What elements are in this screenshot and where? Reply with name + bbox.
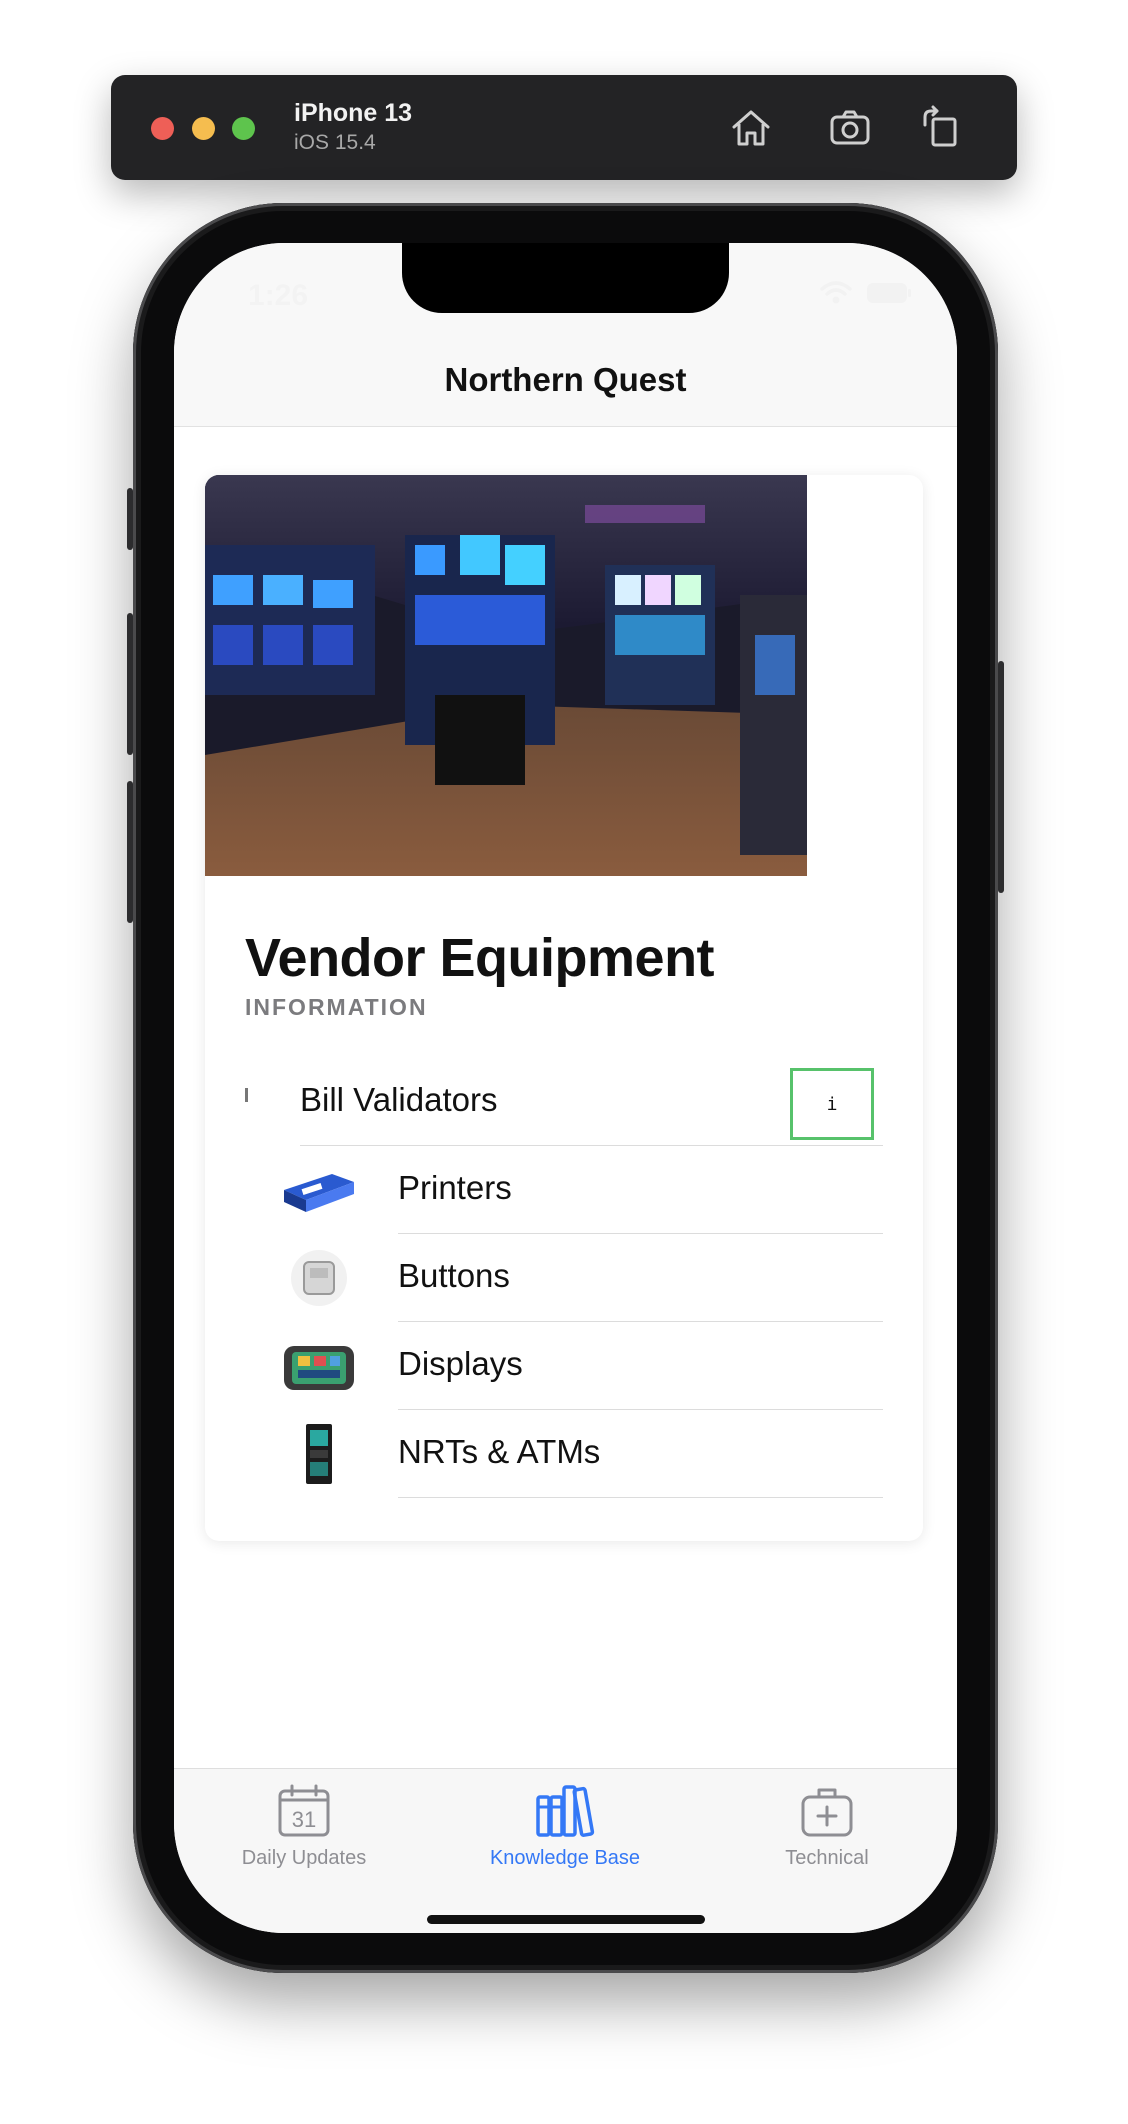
tab-bar: 31 Daily Updates Knowledge Base Technica… bbox=[174, 1768, 957, 1933]
card-title: Vendor Equipment bbox=[245, 928, 715, 988]
page-title: Northern Quest bbox=[444, 361, 687, 398]
display-icon bbox=[282, 1336, 356, 1396]
status-time: 1:26 bbox=[248, 279, 309, 312]
content-area: Vendor Equipment INFORMATION Bill Valida… bbox=[174, 427, 957, 1767]
wifi-icon bbox=[820, 281, 852, 304]
atm-icon bbox=[282, 1424, 356, 1484]
tab-label: Daily Updates bbox=[241, 1847, 367, 1869]
tab-knowledge-base[interactable]: Knowledge Base bbox=[445, 1783, 685, 1870]
medical-bag-icon bbox=[801, 1788, 853, 1837]
simulator-toolbar: iPhone 13 iOS 15.4 bbox=[111, 75, 1017, 180]
printer-icon bbox=[282, 1160, 356, 1220]
calendar-day: 31 bbox=[292, 1807, 316, 1832]
list-item-label: NRTs & ATMs bbox=[398, 1433, 601, 1470]
minimize-window-button[interactable] bbox=[192, 117, 215, 140]
button-icon bbox=[282, 1248, 356, 1308]
power-button bbox=[998, 661, 1004, 893]
zoom-window-button[interactable] bbox=[232, 117, 255, 140]
volume-down-button bbox=[127, 781, 133, 923]
rotate-icon[interactable] bbox=[917, 105, 963, 151]
list-item-label: Displays bbox=[398, 1345, 523, 1382]
device-os-version: iOS 15.4 bbox=[294, 131, 376, 154]
tab-daily-updates[interactable]: 31 Daily Updates bbox=[184, 1783, 424, 1870]
battery-icon bbox=[867, 283, 911, 303]
list-item-nrts-atms[interactable]: NRTs & ATMs bbox=[205, 1410, 923, 1498]
list-item-printers[interactable]: Printers bbox=[205, 1146, 923, 1234]
device-name: iPhone 13 bbox=[294, 99, 413, 127]
notch bbox=[402, 243, 729, 313]
list-item-label: Buttons bbox=[398, 1257, 510, 1294]
volume-up-button bbox=[127, 613, 133, 755]
tab-label: Knowledge Base bbox=[489, 1847, 641, 1869]
close-window-button[interactable] bbox=[151, 117, 174, 140]
tab-technical[interactable]: Technical bbox=[707, 1783, 947, 1870]
home-icon[interactable] bbox=[728, 105, 774, 151]
vendor-equipment-card: Vendor Equipment INFORMATION Bill Valida… bbox=[205, 475, 923, 1541]
home-indicator bbox=[427, 1915, 705, 1924]
screenshot-icon[interactable] bbox=[827, 105, 873, 151]
mute-switch bbox=[127, 488, 133, 550]
iphone-frame: 1:26 Northern Quest Vendor Equipment INF… bbox=[127, 203, 1004, 1973]
books-icon bbox=[536, 1785, 595, 1837]
card-subtitle: INFORMATION bbox=[245, 994, 428, 1020]
status-indicators bbox=[820, 281, 912, 305]
calendar-icon: 31 bbox=[278, 1784, 330, 1837]
app-screen: 1:26 Northern Quest Vendor Equipment INF… bbox=[174, 243, 957, 1933]
list-item-bill-validators[interactable]: Bill Validators i bbox=[205, 1058, 923, 1146]
info-button[interactable]: i bbox=[790, 1068, 874, 1140]
list-item-label: Printers bbox=[398, 1169, 512, 1206]
list-item-buttons[interactable]: Buttons bbox=[205, 1234, 923, 1322]
bill-validator-icon bbox=[245, 1088, 248, 1102]
tab-label: Technical bbox=[785, 1847, 869, 1869]
casino-floor-image bbox=[205, 475, 807, 876]
list-item-label: Bill Validators bbox=[300, 1081, 498, 1118]
row-divider bbox=[398, 1497, 883, 1498]
list-item-displays[interactable]: Displays bbox=[205, 1322, 923, 1410]
